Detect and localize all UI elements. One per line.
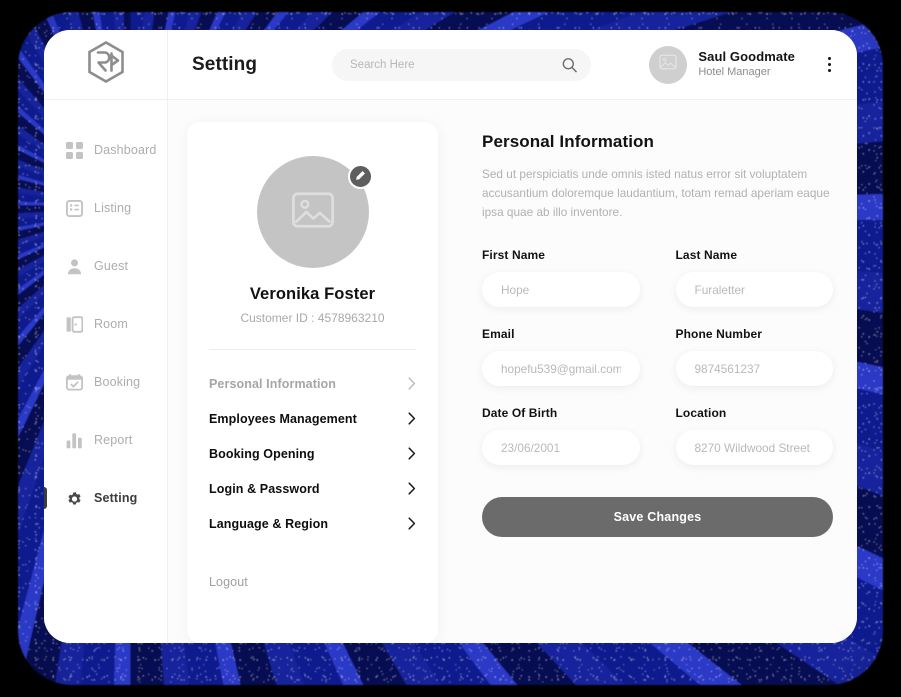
profile-menu-item-booking-opening[interactable]: Booking Opening [209, 436, 416, 471]
calendar-check-icon [66, 373, 83, 391]
personal-information-panel: Personal Information Sed ut perspiciatis… [460, 122, 833, 643]
sidebar-item-label: Room [94, 317, 128, 331]
location-input[interactable] [675, 430, 833, 466]
topbar: Setting Saul Goodmate [168, 30, 857, 100]
menu-item-label: Booking Opening [209, 446, 315, 461]
kebab-dot [828, 63, 831, 66]
active-indicator [44, 487, 47, 509]
kebab-dot [828, 57, 831, 60]
content-area: Veronika Foster Customer ID : 4578963210… [168, 100, 857, 643]
save-changes-button[interactable]: Save Changes [482, 497, 833, 538]
sidebar-item-label: Booking [94, 375, 141, 389]
chevron-right-icon [408, 482, 416, 495]
field-last-name: Last Name [675, 248, 833, 308]
sidebar-item-label: Setting [94, 491, 138, 505]
field-location: Location [675, 406, 833, 466]
user-name: Saul Goodmate [698, 49, 795, 64]
door-icon [66, 315, 83, 333]
profile-menu-item-employees-management[interactable]: Employees Management [209, 401, 416, 436]
app-window: Dashboard Listing Guest Room Booking Rep… [44, 30, 857, 643]
field-label: First Name [482, 248, 546, 263]
brand-logo[interactable] [44, 30, 167, 100]
chevron-right-icon [408, 377, 416, 390]
field-label: Last Name [675, 248, 738, 263]
personal-information-form: First Name Last Name Email Phone [482, 248, 833, 466]
page-title: Setting [192, 53, 258, 75]
logout-button[interactable]: Logout [209, 567, 416, 597]
image-placeholder-icon [291, 188, 335, 237]
kebab-menu-icon[interactable] [824, 53, 835, 76]
profile-menu-item-login-password[interactable]: Login & Password [209, 471, 416, 506]
field-date-of-birth: Date Of Birth [482, 406, 640, 466]
phone-number-input[interactable] [675, 351, 833, 387]
user-profile-block[interactable]: Saul Goodmate Hotel Manager [649, 45, 835, 84]
profile-menu-item-personal-information[interactable]: Personal Information [209, 366, 416, 401]
profile-customer-id: Customer ID : 4578963210 [240, 311, 385, 325]
sidebar-item-label: Listing [94, 201, 132, 215]
profile-card: Veronika Foster Customer ID : 4578963210… [187, 122, 438, 643]
sidebar-nav: Dashboard Listing Guest Room Booking Rep… [44, 100, 167, 643]
section-title: Personal Information [482, 132, 655, 151]
chevron-right-icon [408, 447, 416, 460]
menu-item-label: Employees Management [209, 411, 357, 426]
field-phone-number: Phone Number [675, 327, 833, 387]
sidebar: Dashboard Listing Guest Room Booking Rep… [44, 30, 168, 643]
sidebar-item-guest[interactable]: Guest [44, 252, 167, 280]
field-first-name: First Name [482, 248, 640, 308]
logout-label: Logout [209, 575, 248, 589]
sidebar-item-listing[interactable]: Listing [44, 194, 167, 222]
hexagon-monogram-logo-icon [87, 40, 125, 88]
profile-name: Veronika Foster [249, 285, 376, 303]
field-label: Email [482, 327, 515, 342]
main-region: Setting Saul Goodmate [168, 30, 857, 643]
kebab-dot [828, 69, 831, 72]
sidebar-item-report[interactable]: Report [44, 426, 167, 454]
screen-background: Dashboard Listing Guest Room Booking Rep… [0, 0, 901, 697]
field-email: Email [482, 327, 640, 387]
avatar [649, 45, 688, 84]
image-placeholder-icon [659, 53, 678, 76]
menu-item-label: Login & Password [209, 481, 320, 496]
search-input[interactable] [332, 48, 591, 81]
field-label: Date Of Birth [482, 406, 558, 421]
chevron-right-icon [408, 412, 416, 425]
user-role: Hotel Manager [698, 66, 771, 79]
sidebar-item-booking[interactable]: Booking [44, 368, 167, 396]
profile-menu-list: Personal Information Employees Managemen… [209, 366, 416, 541]
field-label: Location [675, 406, 727, 421]
last-name-input[interactable] [675, 272, 833, 308]
edit-avatar-button[interactable] [347, 164, 373, 189]
menu-item-label: Language & Region [209, 516, 329, 531]
email-input[interactable] [482, 351, 640, 387]
section-description: Sed ut perspiciatis unde omnis isted nat… [482, 167, 830, 220]
field-label: Phone Number [675, 327, 763, 342]
bar-chart-icon [66, 432, 83, 449]
profile-menu-item-language-region[interactable]: Language & Region [209, 506, 416, 541]
grid-icon [66, 141, 83, 159]
list-box-icon [66, 199, 83, 217]
profile-avatar-wrapper [256, 156, 373, 268]
first-name-input[interactable] [482, 272, 640, 308]
gear-icon [66, 490, 83, 507]
pencil-icon [355, 168, 366, 186]
date-of-birth-input[interactable] [482, 430, 640, 466]
user-meta: Saul Goodmate Hotel Manager [698, 49, 795, 80]
chevron-right-icon [408, 517, 416, 530]
search-icon[interactable] [562, 57, 577, 72]
sidebar-item-room[interactable]: Room [44, 310, 167, 338]
profile-divider [209, 349, 416, 350]
sidebar-item-label: Guest [94, 259, 129, 273]
sidebar-item-setting[interactable]: Setting [44, 484, 167, 512]
user-icon [66, 258, 83, 275]
sidebar-item-label: Dashboard [94, 143, 157, 157]
search-box [332, 48, 591, 81]
sidebar-item-dashboard[interactable]: Dashboard [44, 136, 167, 164]
menu-item-label: Personal Information [209, 376, 337, 391]
sidebar-item-label: Report [94, 433, 133, 447]
